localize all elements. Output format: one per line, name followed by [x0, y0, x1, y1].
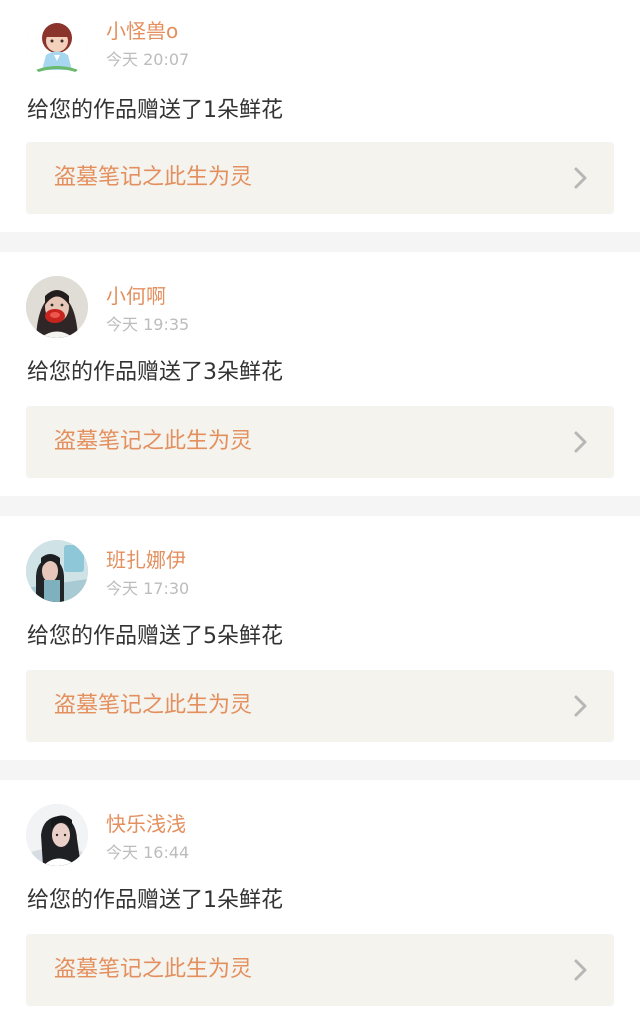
card-separator [0, 760, 640, 780]
avatar[interactable] [26, 16, 88, 78]
avatar[interactable] [26, 804, 88, 866]
timestamp: 今天 17:30 [106, 579, 190, 598]
notification-card: 快乐浅浅 今天 16:44 给您的作品赠送了1朵鲜花 盗墓笔记之此生为灵 [0, 780, 640, 1012]
work-title: 盗墓笔记之此生为灵 [54, 957, 253, 982]
username[interactable]: 快乐浅浅 [106, 811, 186, 837]
work-link[interactable]: 盗墓笔记之此生为灵 [26, 142, 614, 214]
work-link[interactable]: 盗墓笔记之此生为灵 [26, 670, 614, 742]
notification-card: 小何啊 今天 19:35 给您的作品赠送了3朵鲜花 盗墓笔记之此生为灵 [0, 252, 640, 484]
gift-notification-feed: 小怪兽o 今天 20:07 给您的作品赠送了1朵鲜花 盗墓笔记之此生为灵 小何啊… [0, 0, 640, 1024]
gift-message: 给您的作品赠送了3朵鲜花 [27, 360, 283, 385]
chevron-right-icon [572, 165, 590, 191]
card-separator [0, 496, 640, 516]
timestamp: 今天 20:07 [106, 50, 190, 69]
username[interactable]: 班扎娜伊 [106, 547, 186, 573]
user-avatar-image [26, 276, 88, 338]
avatar[interactable] [26, 540, 88, 602]
work-title: 盗墓笔记之此生为灵 [54, 429, 253, 454]
user-avatar-image [26, 540, 88, 602]
notification-card: 班扎娜伊 今天 17:30 给您的作品赠送了5朵鲜花 盗墓笔记之此生为灵 [0, 516, 640, 748]
timestamp: 今天 19:35 [106, 315, 190, 334]
user-avatar-image [26, 804, 88, 866]
work-link[interactable]: 盗墓笔记之此生为灵 [26, 934, 614, 1006]
gift-message: 给您的作品赠送了5朵鲜花 [27, 624, 283, 649]
timestamp: 今天 16:44 [106, 843, 190, 862]
user-avatar-image [26, 16, 88, 78]
gift-message: 给您的作品赠送了1朵鲜花 [27, 98, 283, 123]
work-link[interactable]: 盗墓笔记之此生为灵 [26, 406, 614, 478]
chevron-right-icon [572, 429, 590, 455]
gift-message: 给您的作品赠送了1朵鲜花 [27, 888, 283, 913]
card-separator [0, 232, 640, 252]
chevron-right-icon [572, 957, 590, 983]
username[interactable]: 小何啊 [106, 283, 166, 309]
notification-card: 小怪兽o 今天 20:07 给您的作品赠送了1朵鲜花 盗墓笔记之此生为灵 [0, 0, 640, 232]
chevron-right-icon [572, 693, 590, 719]
username[interactable]: 小怪兽o [106, 18, 178, 44]
avatar[interactable] [26, 276, 88, 338]
work-title: 盗墓笔记之此生为灵 [54, 165, 253, 190]
work-title: 盗墓笔记之此生为灵 [54, 693, 253, 718]
